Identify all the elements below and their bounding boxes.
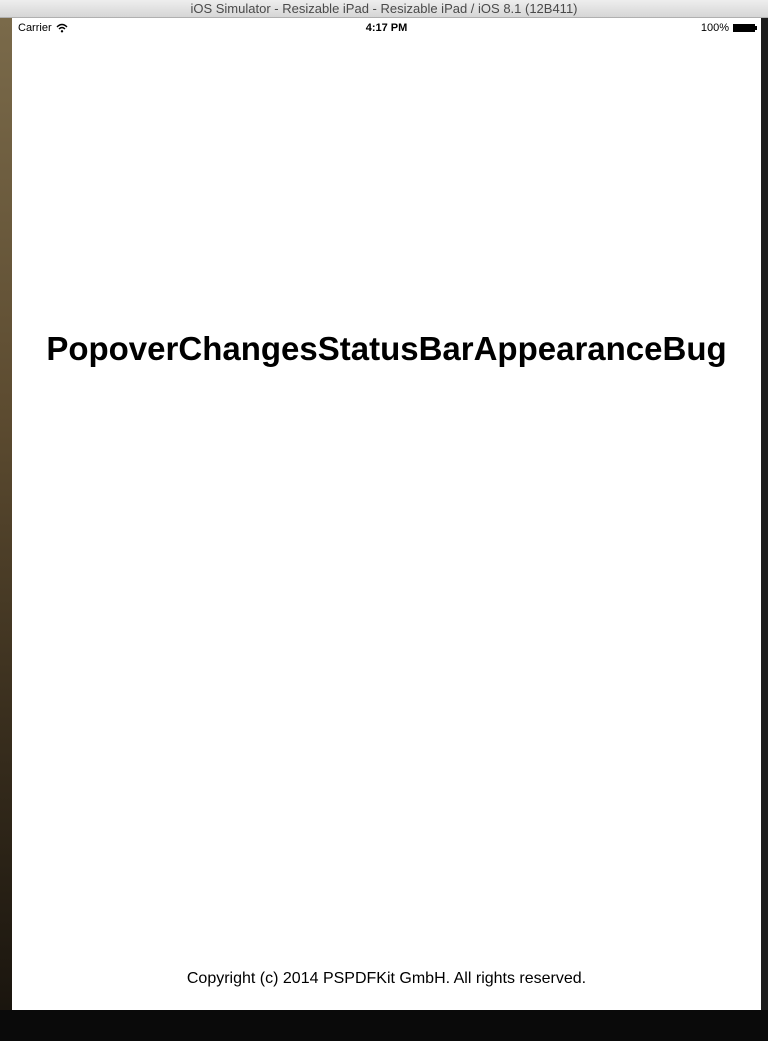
simulator-right-edge (761, 18, 768, 1010)
desktop-background-edge (0, 18, 12, 1010)
window-title: iOS Simulator - Resizable iPad - Resizab… (190, 1, 578, 16)
copyright-text: Copyright (c) 2014 PSPDFKit GmbH. All ri… (186, 970, 587, 987)
simulator-bottom-bezel (0, 1010, 768, 1041)
page-title: PopoverChangesStatusBarAppearanceBug (46, 330, 727, 367)
battery-percent: 100% (700, 22, 729, 34)
status-right: 100% (700, 22, 757, 34)
status-bar: Carrier 4:17 PM 100% (12, 18, 761, 38)
ipad-screen: Carrier 4:17 PM 100% PopoverChangesStatu… (12, 18, 761, 1010)
status-time: 4:17 PM (365, 22, 408, 34)
window-titlebar[interactable]: iOS Simulator - Resizable iPad - Resizab… (0, 0, 768, 18)
simulator-frame: iOS Simulator - Resizable iPad - Resizab… (0, 0, 768, 1041)
battery-full-icon (733, 24, 757, 32)
